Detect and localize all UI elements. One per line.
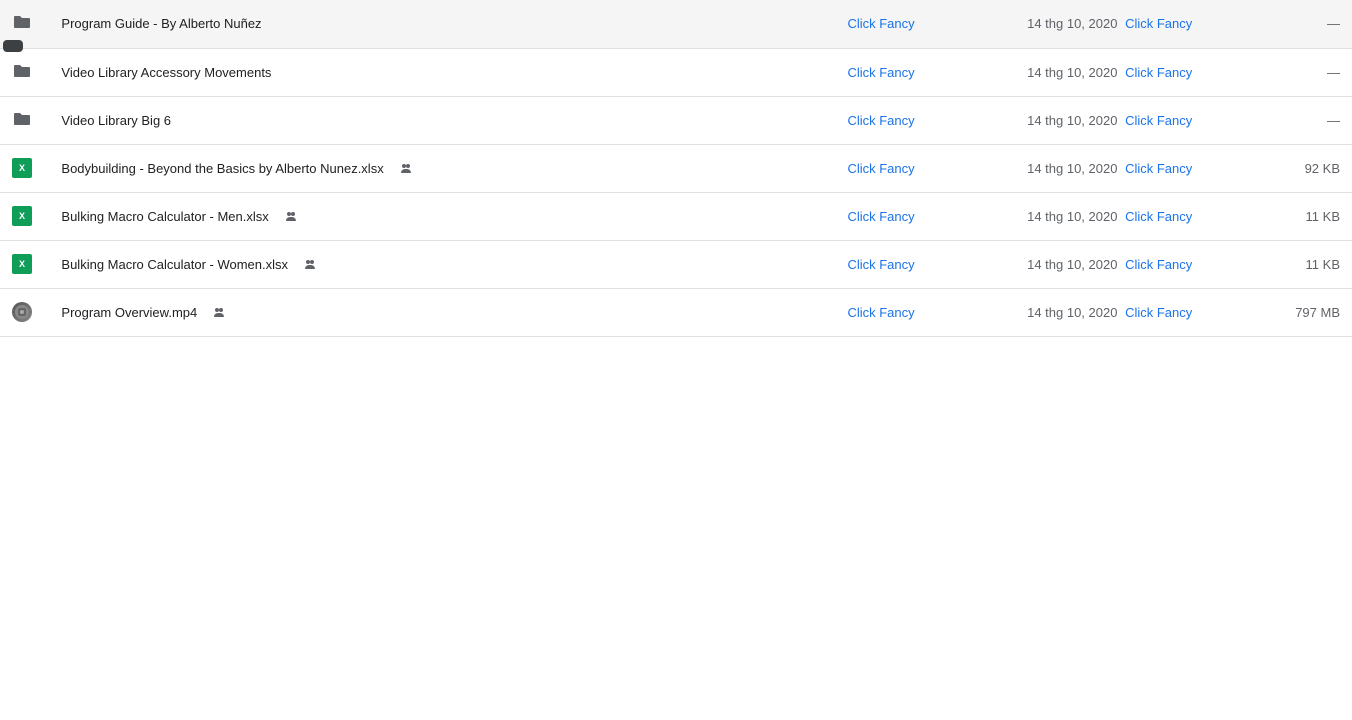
xlsx-icon: X: [12, 254, 32, 274]
date-owner-link[interactable]: Click Fancy: [1125, 16, 1192, 31]
file-owner-cell: Click Fancy: [835, 0, 1015, 48]
file-size-cell: —: [1240, 96, 1352, 144]
folder-icon: [12, 12, 32, 30]
file-size: 92 KB: [1305, 161, 1340, 176]
file-date-cell: 14 thg 10, 2020 Click Fancy: [1015, 192, 1240, 240]
folder-icon: [12, 61, 32, 79]
owner-link[interactable]: Click Fancy: [847, 257, 914, 272]
table-row[interactable]: X Bulking Macro Calculator - Women.xlsx …: [0, 240, 1352, 288]
xlsx-icon: X: [12, 206, 32, 226]
file-name: Video Library Big 6: [61, 113, 171, 128]
file-icon-cell: [0, 288, 49, 336]
owner-link[interactable]: Click Fancy: [847, 161, 914, 176]
file-date: 14 thg 10, 2020: [1027, 65, 1117, 80]
file-date-cell: 14 thg 10, 2020 Click Fancy: [1015, 96, 1240, 144]
file-size: 11 KB: [1306, 209, 1340, 224]
file-name: Video Library Accessory Movements: [61, 65, 271, 80]
file-icon-cell: X: [0, 192, 49, 240]
file-size-cell: 11 KB: [1240, 192, 1352, 240]
table-row[interactable]: Video Library Accessory Movements Click …: [0, 48, 1352, 96]
date-owner-link[interactable]: Click Fancy: [1125, 305, 1192, 320]
file-date: 14 thg 10, 2020: [1027, 305, 1117, 320]
video-file-icon: [12, 302, 32, 322]
file-date-cell: 14 thg 10, 2020 Click Fancy: [1015, 240, 1240, 288]
file-date-cell: 14 thg 10, 2020 Click Fancy: [1015, 48, 1240, 96]
owner-link[interactable]: Click Fancy: [847, 65, 914, 80]
date-owner-link[interactable]: Click Fancy: [1125, 113, 1192, 128]
owner-link[interactable]: Click Fancy: [847, 305, 914, 320]
file-name-cell[interactable]: Video Library Accessory Movements: [49, 48, 835, 96]
table-row[interactable]: X Bodybuilding - Beyond the Basics by Al…: [0, 144, 1352, 192]
file-name: Program Overview.mp4: [61, 305, 197, 320]
file-owner-cell: Click Fancy: [835, 288, 1015, 336]
file-size: —: [1327, 113, 1340, 128]
shared-icon: [211, 304, 227, 320]
file-size: 11 KB: [1306, 257, 1340, 272]
file-owner-cell: Click Fancy: [835, 48, 1015, 96]
file-size: —: [1327, 65, 1340, 80]
file-name-cell[interactable]: Bulking Macro Calculator - Men.xlsx: [49, 192, 835, 240]
file-name-cell[interactable]: Bodybuilding - Beyond the Basics by Albe…: [49, 144, 835, 192]
file-date-cell: 14 thg 10, 2020 Click Fancy: [1015, 0, 1240, 48]
file-name: Bodybuilding - Beyond the Basics by Albe…: [61, 161, 383, 176]
file-date: 14 thg 10, 2020: [1027, 161, 1117, 176]
table-row[interactable]: X Bulking Macro Calculator - Men.xlsx Cl…: [0, 192, 1352, 240]
file-date: 14 thg 10, 2020: [1027, 209, 1117, 224]
file-owner-cell: Click Fancy: [835, 240, 1015, 288]
date-owner-link[interactable]: Click Fancy: [1125, 209, 1192, 224]
file-name: Bulking Macro Calculator - Men.xlsx: [61, 209, 268, 224]
table-row[interactable]: Program Guide - By Alberto Nuñez Click F…: [0, 0, 1352, 48]
file-date: 14 thg 10, 2020: [1027, 16, 1117, 31]
xlsx-icon: X: [12, 158, 32, 178]
file-date: 14 thg 10, 2020: [1027, 257, 1117, 272]
file-name-cell[interactable]: Program Overview.mp4: [49, 288, 835, 336]
file-size: —: [1327, 16, 1340, 31]
shared-icon: [302, 256, 318, 272]
file-size: 797 MB: [1295, 305, 1340, 320]
owner-link[interactable]: Click Fancy: [847, 113, 914, 128]
date-owner-link[interactable]: Click Fancy: [1125, 65, 1192, 80]
file-icon-cell: [0, 48, 49, 96]
file-name: Program Guide - By Alberto Nuñez: [61, 16, 261, 31]
file-icon-cell: X: [0, 240, 49, 288]
file-list: Program Guide - By Alberto Nuñez Click F…: [0, 0, 1352, 337]
file-date: 14 thg 10, 2020: [1027, 113, 1117, 128]
file-size-cell: 11 KB: [1240, 240, 1352, 288]
file-owner-cell: Click Fancy: [835, 192, 1015, 240]
file-name: Bulking Macro Calculator - Women.xlsx: [61, 257, 288, 272]
file-icon-cell: X: [0, 144, 49, 192]
file-size-cell: 92 KB: [1240, 144, 1352, 192]
table-row[interactable]: Video Library Big 6 Click Fancy 14 thg 1…: [0, 96, 1352, 144]
folder-icon: [12, 109, 32, 127]
date-owner-link[interactable]: Click Fancy: [1125, 161, 1192, 176]
owner-link[interactable]: Click Fancy: [847, 16, 914, 31]
file-name-cell[interactable]: Bulking Macro Calculator - Women.xlsx: [49, 240, 835, 288]
video-icon: [12, 302, 32, 322]
file-size-cell: 797 MB: [1240, 288, 1352, 336]
file-icon-cell: [0, 96, 49, 144]
owner-link[interactable]: Click Fancy: [847, 209, 914, 224]
file-date-cell: 14 thg 10, 2020 Click Fancy: [1015, 288, 1240, 336]
file-date-cell: 14 thg 10, 2020 Click Fancy: [1015, 144, 1240, 192]
file-owner-cell: Click Fancy: [835, 96, 1015, 144]
file-owner-cell: Click Fancy: [835, 144, 1015, 192]
date-owner-link[interactable]: Click Fancy: [1125, 257, 1192, 272]
table-row[interactable]: Program Overview.mp4 Click Fancy 14 thg …: [0, 288, 1352, 336]
shared-icon: [398, 160, 414, 176]
shared-icon: [283, 208, 299, 224]
tooltip: [3, 40, 23, 52]
file-size-cell: —: [1240, 48, 1352, 96]
file-name-cell[interactable]: Video Library Big 6: [49, 96, 835, 144]
file-name-cell[interactable]: Program Guide - By Alberto Nuñez: [49, 0, 835, 48]
file-size-cell: —: [1240, 0, 1352, 48]
